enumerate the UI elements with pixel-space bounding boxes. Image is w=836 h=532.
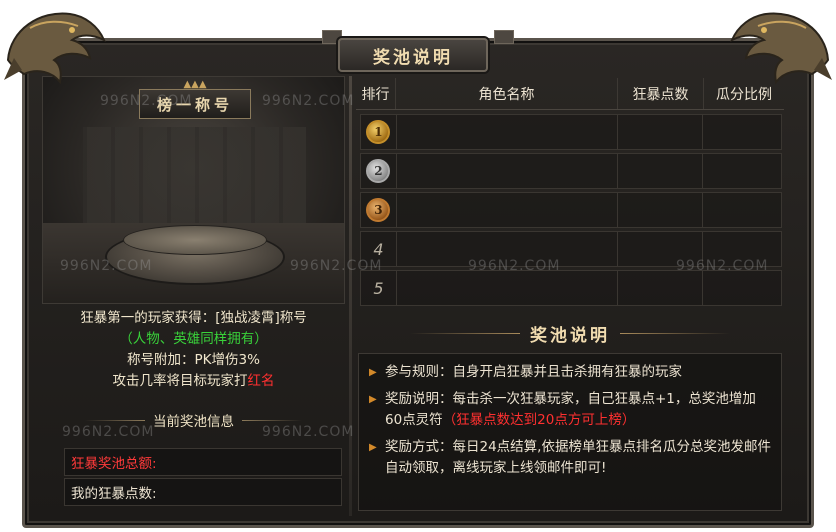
pool-total-field: 狂暴奖池总额: (64, 448, 342, 476)
rank-cell: 2 (361, 154, 397, 188)
top-rank-title: 榜一称号 (156, 95, 233, 114)
panel-divider (349, 76, 352, 516)
share-cell (703, 232, 781, 266)
header-rank: 排行 (356, 78, 396, 109)
window-title-plate: 奖池说明 (338, 38, 488, 72)
rules-title-bar: 奖池说明 (356, 318, 784, 348)
rules-box: ▶ 参与规则：自身开启狂暴并且击杀拥有狂暴的玩家 ▶ 奖励说明：每击杀一次狂暴玩… (358, 353, 782, 511)
points-cell (618, 193, 704, 227)
reward-description: 狂暴第一的玩家获得：[独战凌霄]称号 （人物、英雄同样拥有） 称号附加：PK增伤… (42, 308, 345, 400)
share-cell (703, 154, 781, 188)
left-panel: ▲▲▲ 榜一称号 狂暴第一的玩家获得：[独战凌霄]称号 （人物、英雄同样拥有） … (42, 76, 345, 516)
reward-line-redname: 攻击几率将目标玩家打红名 (42, 371, 345, 392)
rank-cell: 5 (361, 271, 397, 305)
rule-participation-text: 参与规则：自身开启狂暴并且击杀拥有狂暴的玩家 (385, 364, 682, 380)
table-row[interactable]: 1 (360, 114, 782, 150)
title-divider-right (620, 332, 730, 334)
table-row[interactable]: 5 (360, 270, 782, 306)
bullet-arrow-icon: ▶ (369, 394, 377, 405)
share-cell (703, 271, 781, 305)
name-cell (397, 232, 618, 266)
reward-line-bonus: 称号附加：PK增伤3% (127, 352, 260, 368)
rules-title: 奖池说明 (530, 325, 610, 346)
rule-reward: ▶ 奖励说明：每击杀一次狂暴玩家，自己狂暴点+1，总奖池增加60点灵符（狂暴点数… (369, 389, 771, 431)
header-divider-right (242, 419, 302, 421)
points-cell (618, 271, 704, 305)
top-rank-title-banner: 榜一称号 (139, 89, 251, 119)
silver-medal-icon: 2 (366, 159, 391, 183)
bullet-arrow-icon: ▶ (369, 442, 377, 453)
rank-cell: 3 (361, 193, 397, 227)
points-cell (618, 154, 704, 188)
my-points-label: 我的狂暴点数: (71, 486, 157, 502)
points-cell (618, 115, 704, 149)
rank-cell: 1 (361, 115, 397, 149)
redname-prefix: 攻击几率将目标玩家打 (112, 373, 248, 389)
share-cell (703, 193, 781, 227)
name-cell (397, 115, 618, 149)
header-name: 角色名称 (396, 78, 618, 109)
my-points-field: 我的狂暴点数: (64, 478, 342, 506)
window-title: 奖池说明 (373, 47, 453, 68)
rule-participation: ▶ 参与规则：自身开启狂暴并且击杀拥有狂暴的玩家 (369, 362, 771, 383)
name-cell (397, 193, 618, 227)
dragon-ornament-icon (4, 12, 106, 85)
header-divider-left (85, 419, 145, 421)
table-row[interactable]: 4 (360, 231, 782, 267)
share-cell (703, 115, 781, 149)
name-cell (397, 271, 618, 305)
points-cell (618, 232, 704, 266)
right-panel: 排行 角色名称 狂暴点数 瓜分比例 1 2 3 4 5 奖池说明 ▶ 参与规则：… (356, 78, 784, 518)
name-cell (397, 154, 618, 188)
banner-ornament-icon: ▲▲▲ (183, 79, 207, 90)
gold-medal-icon: 1 (366, 120, 391, 144)
table-row[interactable]: 3 (360, 192, 782, 228)
rule-distribution-text: 奖励方式：每日24点结算,依据榜单狂暴点排名瓜分总奖池发邮件自动领取，离线玩家上… (385, 439, 771, 476)
rank-cell: 4 (361, 232, 397, 266)
reward-line-shared: （人物、英雄同样拥有） (119, 331, 268, 347)
rule-reward-note: （狂暴点数达到20点方可上榜） (442, 412, 636, 428)
title-plate-cap (494, 30, 514, 44)
stage-platform-top (123, 225, 267, 255)
pool-total-label: 狂暴奖池总额: (71, 456, 157, 472)
rule-distribution: ▶ 奖励方式：每日24点结算,依据榜单狂暴点排名瓜分总奖池发邮件自动领取，离线玩… (369, 437, 771, 479)
bullet-arrow-icon: ▶ (369, 367, 377, 378)
stage-wall (83, 127, 306, 237)
bronze-medal-icon: 3 (366, 198, 391, 222)
redname-highlight: 红名 (247, 373, 275, 389)
table-row[interactable]: 2 (360, 153, 782, 189)
pool-info-header: 当前奖池信息 (42, 410, 345, 430)
reward-line-title: 狂暴第一的玩家获得：[独战凌霄]称号 (80, 310, 307, 326)
dragon-ornament-icon (730, 12, 832, 85)
pool-info-title: 当前奖池信息 (153, 414, 234, 430)
header-points: 狂暴点数 (618, 78, 704, 109)
ranking-table-header: 排行 角色名称 狂暴点数 瓜分比例 (356, 78, 784, 110)
title-showcase-stage: ▲▲▲ 榜一称号 (42, 76, 345, 304)
title-divider-left (410, 332, 520, 334)
